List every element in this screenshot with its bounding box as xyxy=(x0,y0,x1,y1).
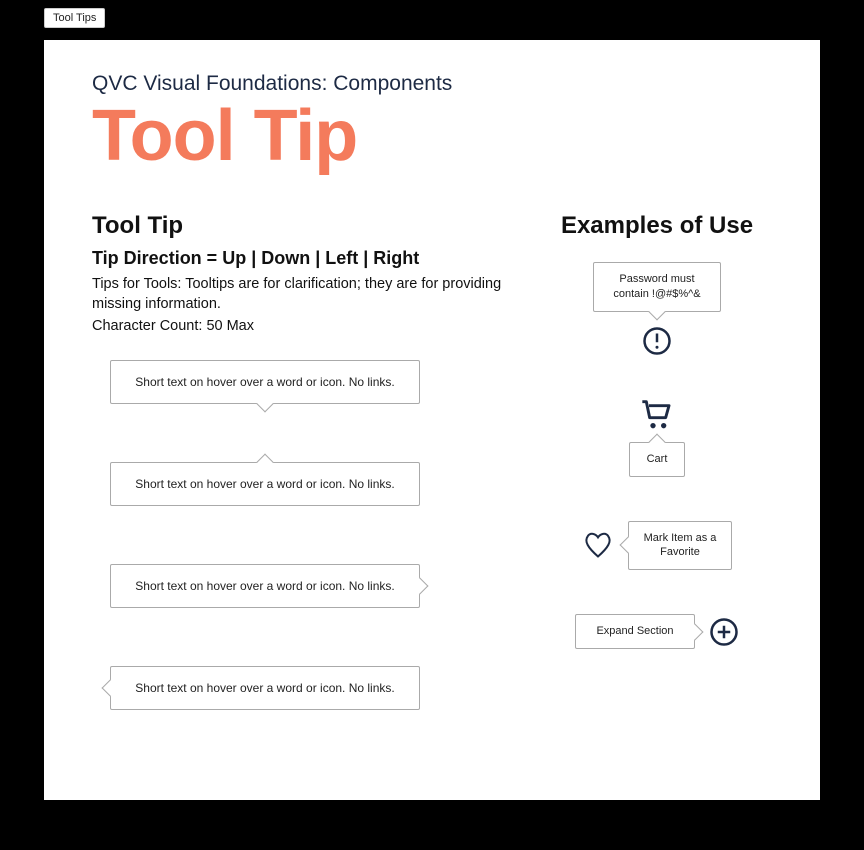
tooltip-text: Short text on hover over a word or icon.… xyxy=(135,477,394,491)
heart-icon[interactable] xyxy=(582,531,614,559)
tooltip-arrow-down-icon xyxy=(649,303,666,320)
char-count-text: Character Count: 50 Max xyxy=(92,318,502,334)
tooltip-up: Short text on hover over a word or icon.… xyxy=(110,462,420,506)
example-tooltip-text: Cart xyxy=(647,453,668,465)
example-tooltip-text: Mark Item as a Favorite xyxy=(644,532,717,559)
example-tooltip-text: Password must contain !@#$%^& xyxy=(613,273,700,300)
tooltip-arrow-up-icon xyxy=(257,454,274,471)
example-favorite: Mark Item as a Favorite xyxy=(542,521,772,571)
description-text: Tips for Tools: Tooltips are for clarifi… xyxy=(92,275,502,314)
example-cart: Cart xyxy=(542,400,772,477)
cart-icon[interactable] xyxy=(641,400,673,430)
example-tooltip: Mark Item as a Favorite xyxy=(628,521,732,571)
example-tooltip: Expand Section xyxy=(575,614,695,649)
tooltip-right: Short text on hover over a word or icon.… xyxy=(110,564,420,608)
example-tooltip: Password must contain !@#$%^& xyxy=(593,262,721,312)
example-tooltip-text: Expand Section xyxy=(596,625,673,637)
example-password: Password must contain !@#$%^& xyxy=(542,262,772,356)
tooltip-left: Short text on hover over a word or icon.… xyxy=(110,666,420,710)
direction-heading: Tip Direction = Up | Down | Left | Right xyxy=(92,248,502,269)
page-canvas: QVC Visual Foundations: Components Tool … xyxy=(44,40,820,800)
tooltip-arrow-up-icon xyxy=(649,433,666,450)
tooltip-text: Short text on hover over a word or icon.… xyxy=(135,375,394,389)
example-tooltip: Cart xyxy=(629,442,685,477)
tooltip-text: Short text on hover over a word or icon.… xyxy=(135,681,394,695)
tooltip-arrow-down-icon xyxy=(257,396,274,413)
example-expand: Expand Section xyxy=(542,614,772,649)
tooltip-arrow-left-icon xyxy=(620,537,637,554)
right-column: Examples of Use Password must contain !@… xyxy=(542,212,772,710)
page-title: Tool Tip xyxy=(92,100,772,172)
breadcrumb: QVC Visual Foundations: Components xyxy=(92,72,772,96)
section-heading: Tool Tip xyxy=(92,212,502,240)
tab-tooltips[interactable]: Tool Tips xyxy=(44,8,105,28)
alert-icon[interactable] xyxy=(642,326,672,356)
tooltip-arrow-right-icon xyxy=(687,623,704,640)
left-column: Tool Tip Tip Direction = Up | Down | Lef… xyxy=(92,212,502,710)
tooltip-down: Short text on hover over a word or icon.… xyxy=(110,360,420,404)
tooltip-text: Short text on hover over a word or icon.… xyxy=(135,579,394,593)
tooltip-arrow-left-icon xyxy=(102,680,119,697)
plus-circle-icon[interactable] xyxy=(709,617,739,647)
tooltip-arrow-right-icon xyxy=(412,578,429,595)
examples-heading: Examples of Use xyxy=(542,212,772,240)
